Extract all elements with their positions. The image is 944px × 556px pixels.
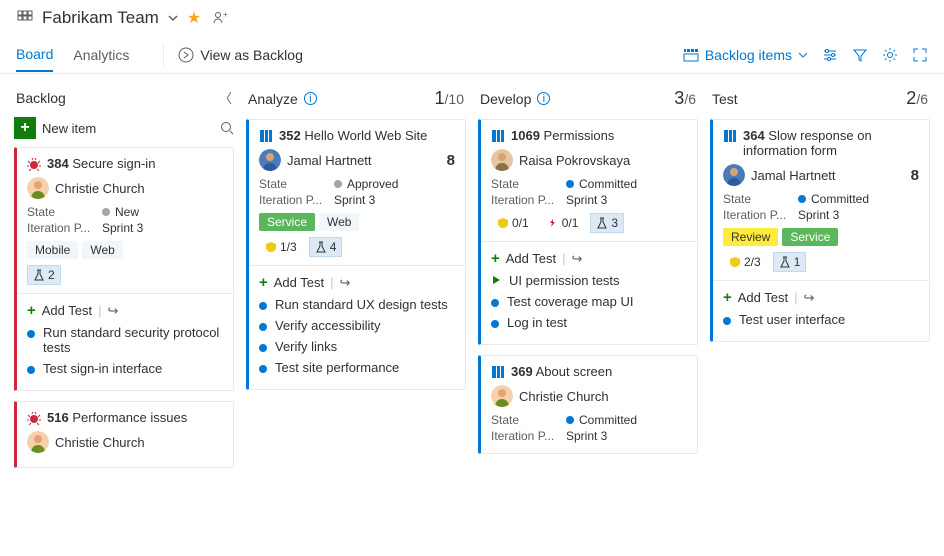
info-icon[interactable]: i <box>537 92 550 105</box>
link-icon[interactable]: ↪ <box>804 290 815 306</box>
pbi-icon <box>723 129 737 143</box>
view-as-backlog-button[interactable]: View as Backlog <box>178 47 302 63</box>
add-test-button[interactable]: +Add Test|↪ <box>723 289 919 306</box>
tabs-row: Board Analytics View as Backlog Backlog … <box>0 36 944 74</box>
link-icon[interactable]: ↪ <box>340 275 351 291</box>
filter-icon[interactable] <box>852 47 868 63</box>
test-item[interactable]: Verify links <box>259 339 455 354</box>
task-badge[interactable]: 0/1 <box>491 213 535 233</box>
backlog-icon <box>683 47 699 63</box>
column-header: Developi 3/6 <box>478 84 698 119</box>
column-header: Analyzei 1/10 <box>246 84 466 119</box>
team-name[interactable]: Fabrikam Team <box>42 8 159 28</box>
backlog-items-dropdown[interactable]: Backlog items <box>683 47 808 63</box>
plus-icon: + <box>14 117 36 139</box>
play-icon <box>491 275 501 285</box>
column-header: Test 2/6 <box>710 84 930 119</box>
tag[interactable]: Service <box>259 213 315 231</box>
assignee[interactable]: Christie Church <box>27 431 223 453</box>
add-test-button[interactable]: +Add Test|↪ <box>27 302 223 319</box>
work-item-card[interactable]: 352 Hello World Web Site Jamal Hartnett … <box>246 119 466 390</box>
test-count-badge[interactable]: 2 <box>27 265 61 285</box>
assignee[interactable]: Christie Church <box>27 177 223 199</box>
bug-badge[interactable]: 0/1 <box>541 213 585 233</box>
settings-sliders-icon[interactable] <box>822 47 838 63</box>
test-item[interactable]: Test sign-in interface <box>27 361 223 376</box>
pbi-icon <box>491 129 505 143</box>
column-header: Backlog 〈 <box>14 84 234 117</box>
test-item[interactable]: Run standard UX design tests <box>259 297 455 312</box>
column-test: Test 2/6 364 Slow response on informatio… <box>710 84 930 478</box>
effort: 8 <box>447 152 455 169</box>
test-item[interactable]: Log in test <box>491 315 687 330</box>
pbi-icon <box>491 365 505 379</box>
tag[interactable]: Web <box>82 241 122 259</box>
team-grid-icon <box>16 9 34 27</box>
gear-icon[interactable] <box>882 47 898 63</box>
test-item[interactable]: UI permission tests <box>491 273 687 288</box>
avatar <box>259 149 281 171</box>
work-item-card[interactable]: 1069 Permissions Raisa Pokrovskaya State… <box>478 119 698 345</box>
arrow-right-icon <box>178 47 194 63</box>
kanban-board: Backlog 〈 + New item 384 Secure sign-in … <box>0 74 944 488</box>
assignee[interactable]: Jamal Hartnett 8 <box>259 149 455 171</box>
bug-icon <box>27 157 41 171</box>
test-item[interactable]: Test coverage map UI <box>491 294 687 309</box>
avatar <box>27 431 49 453</box>
work-item-card[interactable]: 364 Slow response on information form Ja… <box>710 119 930 342</box>
column-backlog: Backlog 〈 + New item 384 Secure sign-in … <box>14 84 234 478</box>
toolbar-right: Backlog items <box>683 47 928 63</box>
fullscreen-icon[interactable] <box>912 47 928 63</box>
test-item[interactable]: Run standard security protocol tests <box>27 325 223 355</box>
test-item[interactable]: Test site performance <box>259 360 455 375</box>
tag[interactable]: Review <box>723 228 778 246</box>
test-count-badge[interactable]: 1 <box>773 252 807 272</box>
tag[interactable]: Service <box>782 228 838 246</box>
test-item[interactable]: Verify accessibility <box>259 318 455 333</box>
link-icon[interactable]: ↪ <box>108 303 119 319</box>
column-develop: Developi 3/6 1069 Permissions Raisa Pokr… <box>478 84 698 478</box>
assignee[interactable]: Raisa Pokrovskaya <box>491 149 687 171</box>
collapse-icon[interactable]: 〈 <box>219 88 232 107</box>
new-item-row: + New item <box>14 117 234 139</box>
info-icon[interactable]: i <box>304 92 317 105</box>
avatar <box>723 164 745 186</box>
page-header: Fabrikam Team ★ + <box>0 0 944 36</box>
add-test-button[interactable]: +Add Test|↪ <box>491 250 687 267</box>
pbi-icon <box>259 129 273 143</box>
assignee[interactable]: Christie Church <box>491 385 687 407</box>
work-item-card[interactable]: 369 About screen Christie Church StateCo… <box>478 355 698 454</box>
effort: 8 <box>911 167 919 184</box>
svg-text:+: + <box>223 10 228 19</box>
task-badge[interactable]: 1/3 <box>259 237 303 257</box>
link-icon[interactable]: ↪ <box>572 251 583 267</box>
work-item-card[interactable]: 516 Performance issues Christie Church <box>14 401 234 468</box>
add-test-button[interactable]: +Add Test|↪ <box>259 274 455 291</box>
test-item[interactable]: Test user interface <box>723 312 919 327</box>
work-item-card[interactable]: 384 Secure sign-in Christie Church State… <box>14 147 234 391</box>
avatar <box>27 177 49 199</box>
search-icon[interactable] <box>220 121 234 135</box>
tag[interactable]: Mobile <box>27 241 78 259</box>
column-title: Backlog <box>16 90 66 106</box>
bug-icon <box>27 411 41 425</box>
column-analyze: Analyzei 1/10 352 Hello World Web Site J… <box>246 84 466 478</box>
avatar <box>491 149 513 171</box>
tab-board[interactable]: Board <box>16 38 53 72</box>
star-icon[interactable]: ★ <box>187 8 201 28</box>
test-count-badge[interactable]: 4 <box>309 237 343 257</box>
avatar <box>491 385 513 407</box>
test-count-badge[interactable]: 3 <box>590 213 624 233</box>
tab-analytics[interactable]: Analytics <box>73 39 129 71</box>
divider <box>163 44 164 66</box>
tag[interactable]: Web <box>319 213 359 231</box>
assignee[interactable]: Jamal Hartnett 8 <box>723 164 919 186</box>
new-item-button[interactable]: + New item <box>14 117 96 139</box>
chevron-down-icon <box>798 50 808 60</box>
chevron-down-icon[interactable] <box>167 12 179 24</box>
task-badge[interactable]: 2/3 <box>723 252 767 272</box>
people-icon[interactable]: + <box>213 10 229 26</box>
